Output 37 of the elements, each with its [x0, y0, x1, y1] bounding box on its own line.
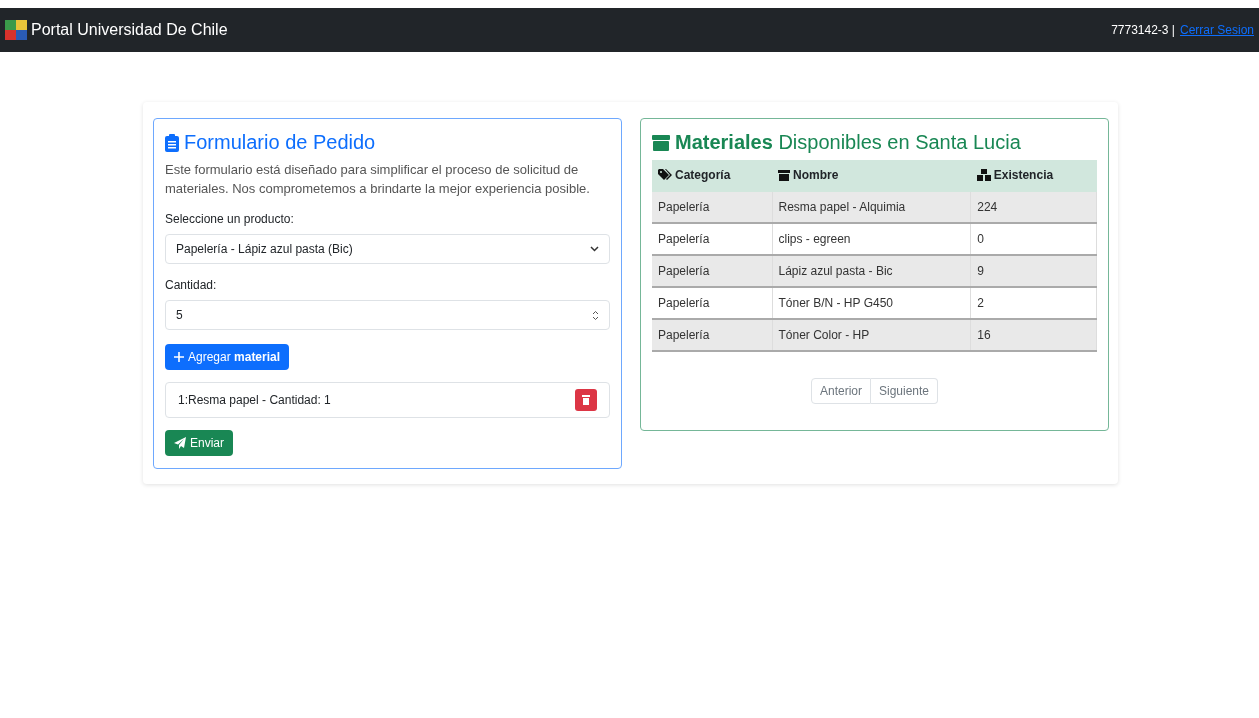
table-cell: Papelería [652, 255, 772, 287]
product-label: Seleccione un producto: [165, 212, 295, 226]
material-item-text: 1:Resma papel - Cantidad: 1 [178, 393, 331, 407]
clipboard-icon [165, 133, 179, 152]
chevron-down-icon [590, 246, 599, 252]
form-title: Formulario de Pedido [184, 131, 376, 154]
form-description: Este formulario está diseñado para simplificar el proceso de solicitud de materiales. Nos comprometemos a brindarte la mejor experiencia posible. [165, 161, 591, 198]
column-header: Existencia [970, 160, 1097, 192]
box-icon [778, 169, 790, 181]
table-cell: Tóner Color - HP [772, 319, 971, 351]
logout-link[interactable]: Cerrar Sesion [1179, 23, 1254, 37]
product-select[interactable]: Papelería - Lápiz azul pasta (Bic) [165, 234, 610, 264]
add-material-button[interactable]: Agregar material [165, 344, 290, 370]
send-button[interactable]: Enviar [165, 430, 233, 456]
spinner-icon [592, 309, 599, 321]
trash-icon [582, 395, 590, 405]
tags-icon [658, 169, 672, 181]
user-id: 7773142-3 | [1111, 23, 1175, 37]
table-cell: 16 [970, 319, 1097, 351]
logo-icon [5, 20, 27, 40]
column-header: Categoría [652, 160, 772, 192]
table-cell: Papelería [652, 192, 772, 223]
table-cell: 224 [970, 192, 1097, 223]
materials-title: Materiales Disponibles en Santa Lucia [675, 131, 1021, 154]
table-cell: Lápiz azul pasta - Bic [772, 255, 971, 287]
quantity-label: Cantidad: [165, 278, 218, 292]
plus-icon [174, 352, 184, 362]
quantity-field[interactable]: 5 [165, 300, 610, 330]
column-header: Nombre [772, 160, 971, 192]
cubes-icon [976, 169, 991, 181]
box-icon [652, 134, 670, 151]
brand-title: Portal Universidad De Chile [31, 21, 228, 39]
table-cell: Papelería [652, 319, 772, 351]
paper-plane-icon [174, 437, 186, 449]
delete-button[interactable] [575, 389, 597, 411]
table-cell: Resma papel - Alquimia [772, 192, 971, 223]
table-cell: 9 [970, 255, 1097, 287]
